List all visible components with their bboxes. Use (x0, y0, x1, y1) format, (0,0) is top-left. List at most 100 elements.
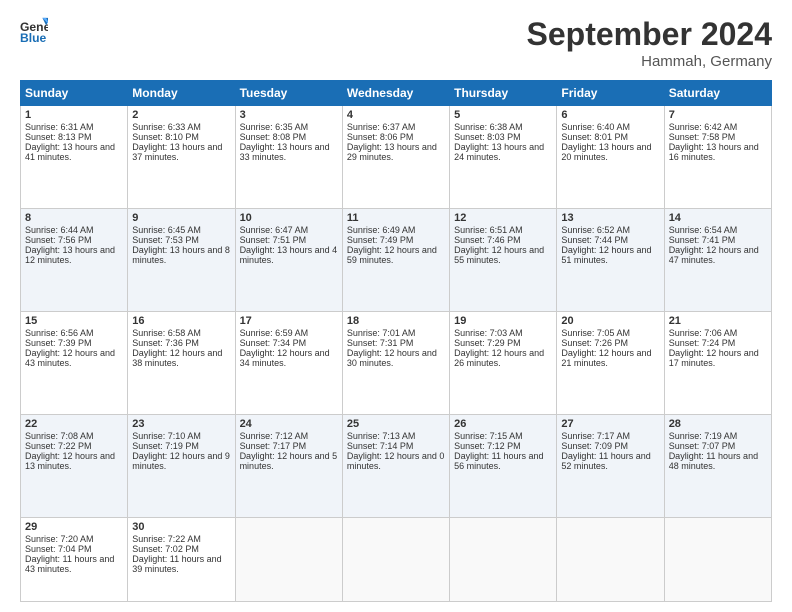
sunset-text: Sunset: 8:13 PM (25, 132, 123, 142)
table-cell: 28Sunrise: 7:19 AMSunset: 7:07 PMDayligh… (664, 415, 771, 518)
daylight-text: Daylight: 12 hours and 47 minutes. (669, 245, 767, 265)
daylight-text: Daylight: 12 hours and 13 minutes. (25, 451, 123, 471)
sunrise-text: Sunrise: 6:31 AM (25, 122, 123, 132)
sunrise-text: Sunrise: 7:06 AM (669, 328, 767, 338)
table-cell: 15Sunrise: 6:56 AMSunset: 7:39 PMDayligh… (21, 312, 128, 415)
day-number: 12 (454, 212, 552, 224)
sunrise-text: Sunrise: 7:08 AM (25, 431, 123, 441)
day-number: 13 (561, 212, 659, 224)
sunset-text: Sunset: 7:14 PM (347, 441, 445, 451)
sunset-text: Sunset: 8:10 PM (132, 132, 230, 142)
daylight-text: Daylight: 12 hours and 43 minutes. (25, 348, 123, 368)
sunrise-text: Sunrise: 6:47 AM (240, 225, 338, 235)
sunset-text: Sunset: 7:22 PM (25, 441, 123, 451)
day-number: 21 (669, 315, 767, 327)
sunset-text: Sunset: 7:17 PM (240, 441, 338, 451)
sunset-text: Sunset: 7:44 PM (561, 235, 659, 245)
table-cell: 9Sunrise: 6:45 AMSunset: 7:53 PMDaylight… (128, 209, 235, 312)
header-friday: Friday (557, 81, 664, 106)
day-number: 9 (132, 212, 230, 224)
table-cell: 11Sunrise: 6:49 AMSunset: 7:49 PMDayligh… (342, 209, 449, 312)
daylight-text: Daylight: 11 hours and 43 minutes. (25, 554, 123, 574)
sunrise-text: Sunrise: 6:54 AM (669, 225, 767, 235)
sunrise-text: Sunrise: 7:13 AM (347, 431, 445, 441)
day-number: 1 (25, 109, 123, 121)
sunset-text: Sunset: 7:51 PM (240, 235, 338, 245)
sunset-text: Sunset: 7:04 PM (25, 544, 123, 554)
day-number: 30 (132, 521, 230, 533)
sunrise-text: Sunrise: 6:35 AM (240, 122, 338, 132)
week-row-4: 22Sunrise: 7:08 AMSunset: 7:22 PMDayligh… (21, 415, 772, 518)
sunset-text: Sunset: 7:07 PM (669, 441, 767, 451)
daylight-text: Daylight: 13 hours and 4 minutes. (240, 245, 338, 265)
day-number: 19 (454, 315, 552, 327)
sunrise-text: Sunrise: 7:12 AM (240, 431, 338, 441)
sunrise-text: Sunrise: 7:15 AM (454, 431, 552, 441)
week-row-3: 15Sunrise: 6:56 AMSunset: 7:39 PMDayligh… (21, 312, 772, 415)
daylight-text: Daylight: 13 hours and 8 minutes. (132, 245, 230, 265)
sunrise-text: Sunrise: 7:03 AM (454, 328, 552, 338)
sunrise-text: Sunrise: 6:37 AM (347, 122, 445, 132)
day-number: 15 (25, 315, 123, 327)
table-cell: 23Sunrise: 7:10 AMSunset: 7:19 PMDayligh… (128, 415, 235, 518)
sunrise-text: Sunrise: 6:38 AM (454, 122, 552, 132)
table-cell: 2Sunrise: 6:33 AMSunset: 8:10 PMDaylight… (128, 106, 235, 209)
day-number: 2 (132, 109, 230, 121)
day-number: 8 (25, 212, 123, 224)
table-cell: 29Sunrise: 7:20 AMSunset: 7:04 PMDayligh… (21, 518, 128, 602)
calendar-table: Sunday Monday Tuesday Wednesday Thursday… (20, 80, 772, 602)
day-number: 20 (561, 315, 659, 327)
daylight-text: Daylight: 12 hours and 38 minutes. (132, 348, 230, 368)
day-number: 10 (240, 212, 338, 224)
day-number: 11 (347, 212, 445, 224)
daylight-text: Daylight: 12 hours and 0 minutes. (347, 451, 445, 471)
table-cell: 22Sunrise: 7:08 AMSunset: 7:22 PMDayligh… (21, 415, 128, 518)
daylight-text: Daylight: 13 hours and 33 minutes. (240, 142, 338, 162)
table-cell (342, 518, 449, 602)
week-row-1: 1Sunrise: 6:31 AMSunset: 8:13 PM Daylight… (21, 106, 772, 209)
day-number: 22 (25, 418, 123, 430)
sunset-text: Sunset: 7:26 PM (561, 338, 659, 348)
table-cell: 16Sunrise: 6:58 AMSunset: 7:36 PMDayligh… (128, 312, 235, 415)
sunset-text: Sunset: 7:36 PM (132, 338, 230, 348)
day-number: 23 (132, 418, 230, 430)
title-block: September 2024 Hammah, Germany (527, 16, 772, 70)
table-cell: 18Sunrise: 7:01 AMSunset: 7:31 PMDayligh… (342, 312, 449, 415)
table-cell: 7Sunrise: 6:42 AMSunset: 7:58 PMDaylight… (664, 106, 771, 209)
sunrise-text: Sunrise: 6:59 AM (240, 328, 338, 338)
table-cell: 19Sunrise: 7:03 AMSunset: 7:29 PMDayligh… (450, 312, 557, 415)
table-cell: 10Sunrise: 6:47 AMSunset: 7:51 PMDayligh… (235, 209, 342, 312)
daylight-text: Daylight: 12 hours and 17 minutes. (669, 348, 767, 368)
sunset-text: Sunset: 7:58 PM (669, 132, 767, 142)
table-cell: 6Sunrise: 6:40 AMSunset: 8:01 PMDaylight… (557, 106, 664, 209)
header-row: Sunday Monday Tuesday Wednesday Thursday… (21, 81, 772, 106)
table-cell: 17Sunrise: 6:59 AMSunset: 7:34 PMDayligh… (235, 312, 342, 415)
table-cell: 21Sunrise: 7:06 AMSunset: 7:24 PMDayligh… (664, 312, 771, 415)
sunrise-text: Sunrise: 7:05 AM (561, 328, 659, 338)
daylight-text: Daylight: 11 hours and 39 minutes. (132, 554, 230, 574)
day-number: 26 (454, 418, 552, 430)
table-cell (664, 518, 771, 602)
sunrise-text: Sunrise: 6:51 AM (454, 225, 552, 235)
daylight-text: Daylight: 12 hours and 55 minutes. (454, 245, 552, 265)
sunrise-text: Sunrise: 6:49 AM (347, 225, 445, 235)
sunset-text: Sunset: 8:08 PM (240, 132, 338, 142)
sunrise-text: Sunrise: 6:33 AM (132, 122, 230, 132)
day-number: 29 (25, 521, 123, 533)
day-number: 6 (561, 109, 659, 121)
day-number: 17 (240, 315, 338, 327)
header-thursday: Thursday (450, 81, 557, 106)
sunset-text: Sunset: 7:49 PM (347, 235, 445, 245)
table-cell: 20Sunrise: 7:05 AMSunset: 7:26 PMDayligh… (557, 312, 664, 415)
daylight-text: Daylight: 12 hours and 59 minutes. (347, 245, 445, 265)
sunset-text: Sunset: 7:24 PM (669, 338, 767, 348)
header-saturday: Saturday (664, 81, 771, 106)
table-cell (450, 518, 557, 602)
daylight-text: Daylight: 13 hours and 24 minutes. (454, 142, 552, 162)
day-number: 4 (347, 109, 445, 121)
sunrise-text: Sunrise: 7:17 AM (561, 431, 659, 441)
table-cell (235, 518, 342, 602)
sunset-text: Sunset: 7:34 PM (240, 338, 338, 348)
table-cell (557, 518, 664, 602)
sunrise-text: Sunrise: 6:58 AM (132, 328, 230, 338)
